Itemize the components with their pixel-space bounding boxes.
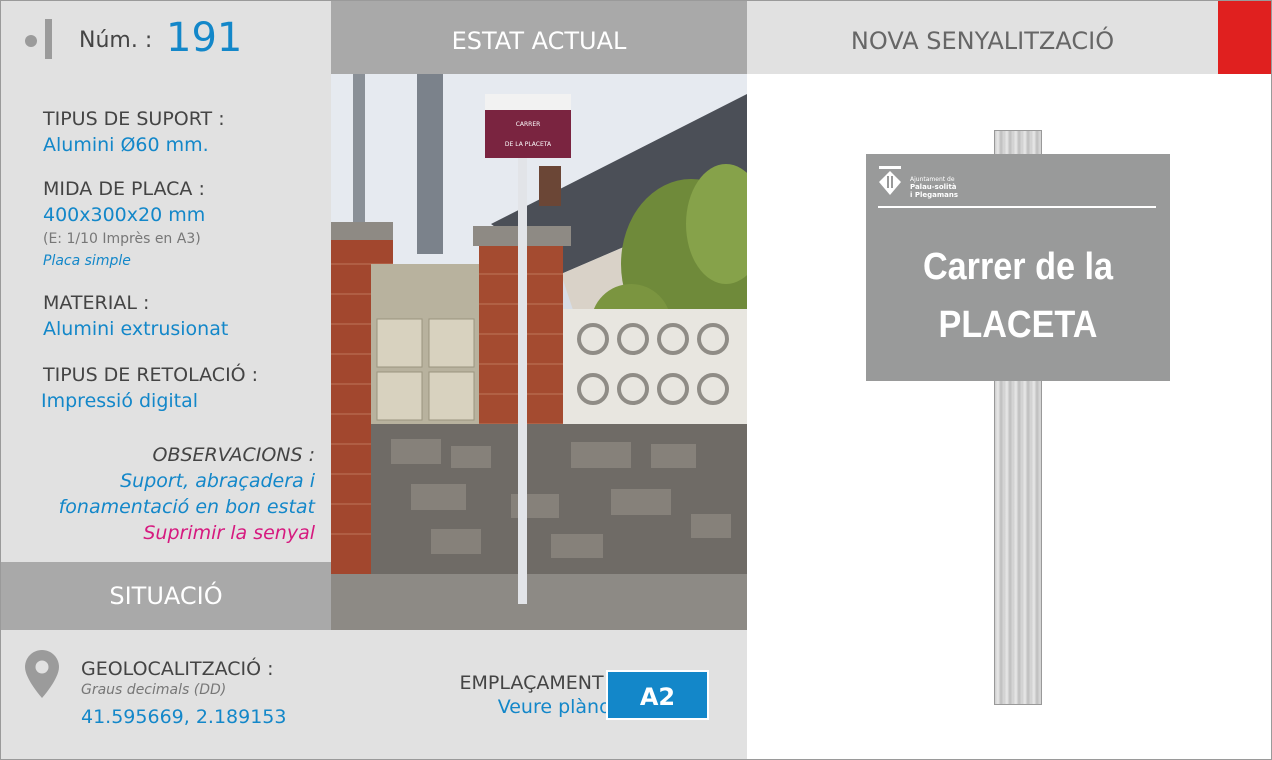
info-panel: TIPUS DE SUPORT : Alumini Ø60 mm. MIDA D… [1, 74, 331, 562]
observations-line-1: Suport, abraçadera i [120, 470, 315, 492]
new-sign-plate: Ajuntament de Palau-solità i Plegamans C… [866, 154, 1170, 381]
logo-name-line-2: i Plegamans [910, 191, 959, 199]
observations-label: OBSERVACIONS : [152, 444, 315, 466]
plate-size-note: (E: 1/10 Imprès en A3) [43, 231, 201, 247]
material-label: MATERIAL : [43, 292, 150, 314]
plate-type: Placa simple [43, 253, 131, 269]
support-type-label: TIPUS DE SUPORT : [43, 108, 225, 130]
bullet-bar-icon [45, 19, 52, 59]
sign-text-line-2: PLACETA [938, 304, 1098, 346]
sign-divider [878, 206, 1156, 208]
observations-line-2: fonamentació en bon estat [58, 496, 315, 518]
bullet-dot-icon [25, 35, 37, 47]
photo-sign-line-2: DE LA PLACETA [505, 141, 552, 148]
lettering-type-label: TIPUS DE RETOLACIÓ : [43, 364, 259, 386]
geolocation-label: GEOLOCALITZACIÓ : [81, 658, 274, 680]
geolocation-note: Graus decimals (DD) [81, 682, 227, 698]
geolocation-value: 41.595669, 2.189153 [81, 706, 287, 728]
emplacement-badge: A2 [606, 670, 709, 720]
situacio-header: SITUACIÓ [1, 562, 331, 630]
emplacement-label: EMPLAÇAMENT : [459, 672, 616, 694]
municipal-crest-icon [879, 166, 901, 195]
current-state-photo: CARRER DE LA PLACETA [331, 74, 747, 630]
support-type-value: Alumini Ø60 mm. [43, 134, 209, 156]
location-pin-icon [25, 650, 59, 698]
lettering-type-value: Impressió digital [41, 390, 199, 412]
location-panel: GEOLOCALITZACIÓ : Graus decimals (DD) 41… [1, 630, 747, 759]
sign-text-line-1: Carrer de la [922, 246, 1114, 288]
number-value: 191 [166, 15, 243, 61]
logo-small-text: Ajuntament de [910, 176, 955, 183]
plate-size-value: 400x300x20 mm [43, 204, 206, 226]
red-marker [1218, 1, 1271, 74]
new-signage-header: NOVA SENYALITZACIÓ [747, 1, 1218, 74]
observations-action: Suprimir la senyal [143, 522, 315, 544]
current-state-header: ESTAT ACTUAL [331, 1, 747, 74]
plate-size-label: MIDA DE PLACA : [43, 178, 205, 200]
material-value: Alumini extrusionat [43, 318, 229, 340]
sign-number-header: Núm. : 191 [1, 1, 331, 74]
number-label: Núm. : [79, 28, 153, 53]
emplacement-link[interactable]: Veure plànol [498, 696, 616, 718]
photo-sign-line-1: CARRER [516, 121, 541, 128]
logo-name-line-1: Palau-solità [910, 183, 957, 191]
